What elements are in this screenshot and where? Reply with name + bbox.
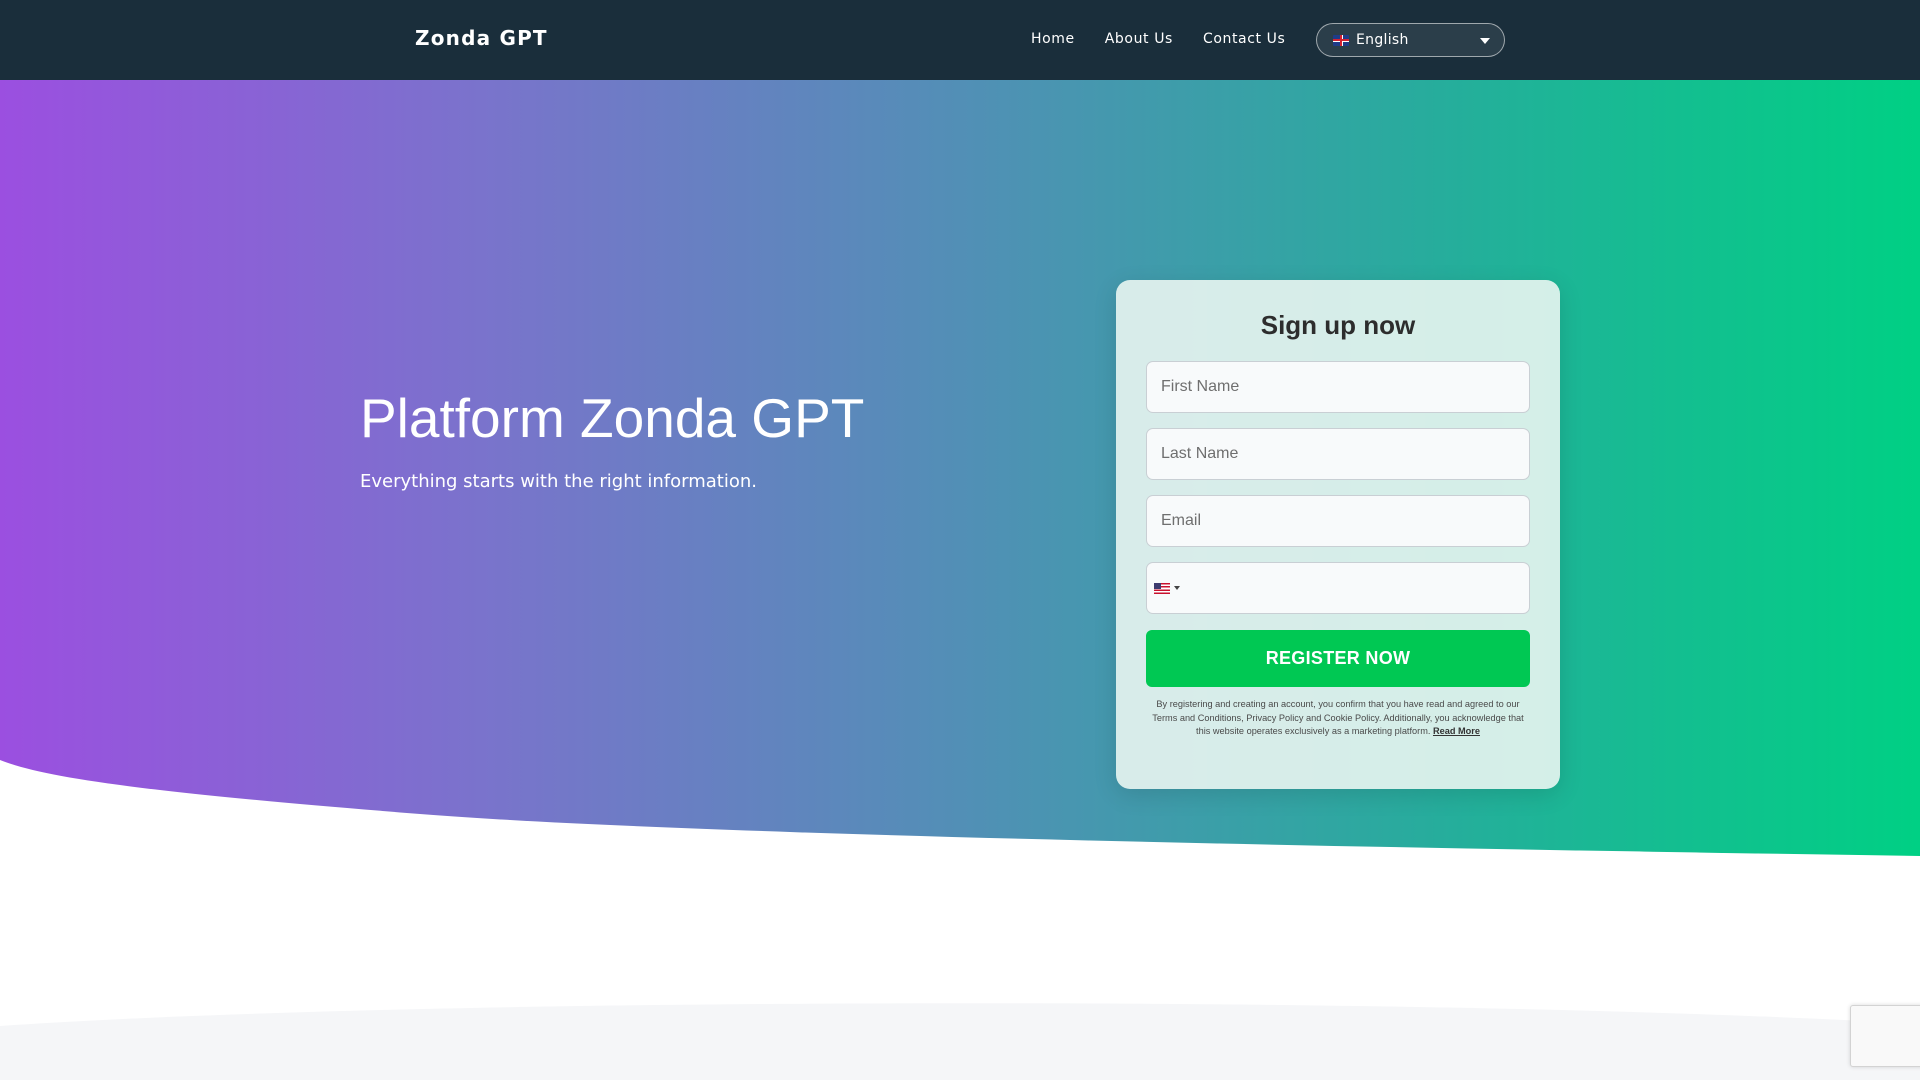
language-select[interactable]: English bbox=[1316, 23, 1505, 57]
phone-input[interactable] bbox=[1146, 562, 1530, 614]
us-flag-icon bbox=[1154, 582, 1170, 594]
nav-link-contact-us[interactable]: Contact Us bbox=[1203, 31, 1285, 47]
signup-card: Sign up now REGISTER NOW By registering … bbox=[1116, 280, 1560, 789]
last-name-input[interactable] bbox=[1146, 428, 1530, 480]
nav-link-about-us[interactable]: About Us bbox=[1105, 31, 1173, 47]
uk-flag-icon bbox=[1333, 34, 1349, 46]
hero-section: Platform Zonda GPT Everything starts wit… bbox=[0, 80, 1920, 860]
signup-title: Sign up now bbox=[1260, 310, 1416, 340]
hero-subtitle: Everything starts with the right informa… bbox=[360, 471, 757, 492]
phone-field-wrapper bbox=[1146, 562, 1530, 614]
first-name-input[interactable] bbox=[1146, 361, 1530, 413]
lower-section-background bbox=[0, 1003, 1920, 1080]
top-navbar: Zonda GPT Home About Us Contact Us Engli… bbox=[0, 0, 1920, 80]
country-code-select[interactable] bbox=[1154, 581, 1180, 595]
chevron-down-icon bbox=[1480, 38, 1490, 44]
recaptcha-badge[interactable] bbox=[1850, 1005, 1920, 1067]
nav-link-home[interactable]: Home bbox=[1031, 31, 1075, 47]
caret-down-icon bbox=[1174, 586, 1180, 590]
email-input[interactable] bbox=[1146, 495, 1530, 547]
hero-background bbox=[0, 80, 1920, 856]
language-select-label: English bbox=[1356, 32, 1409, 48]
brand-logo[interactable]: Zonda GPT bbox=[415, 26, 548, 50]
legal-disclaimer: By registering and creating an account, … bbox=[1146, 698, 1530, 739]
hero-title: Platform Zonda GPT bbox=[360, 387, 865, 449]
register-now-button[interactable]: REGISTER NOW bbox=[1146, 630, 1530, 687]
read-more-link[interactable]: Read More bbox=[1433, 726, 1480, 736]
main-nav: Home About Us Contact Us bbox=[1031, 31, 1285, 47]
